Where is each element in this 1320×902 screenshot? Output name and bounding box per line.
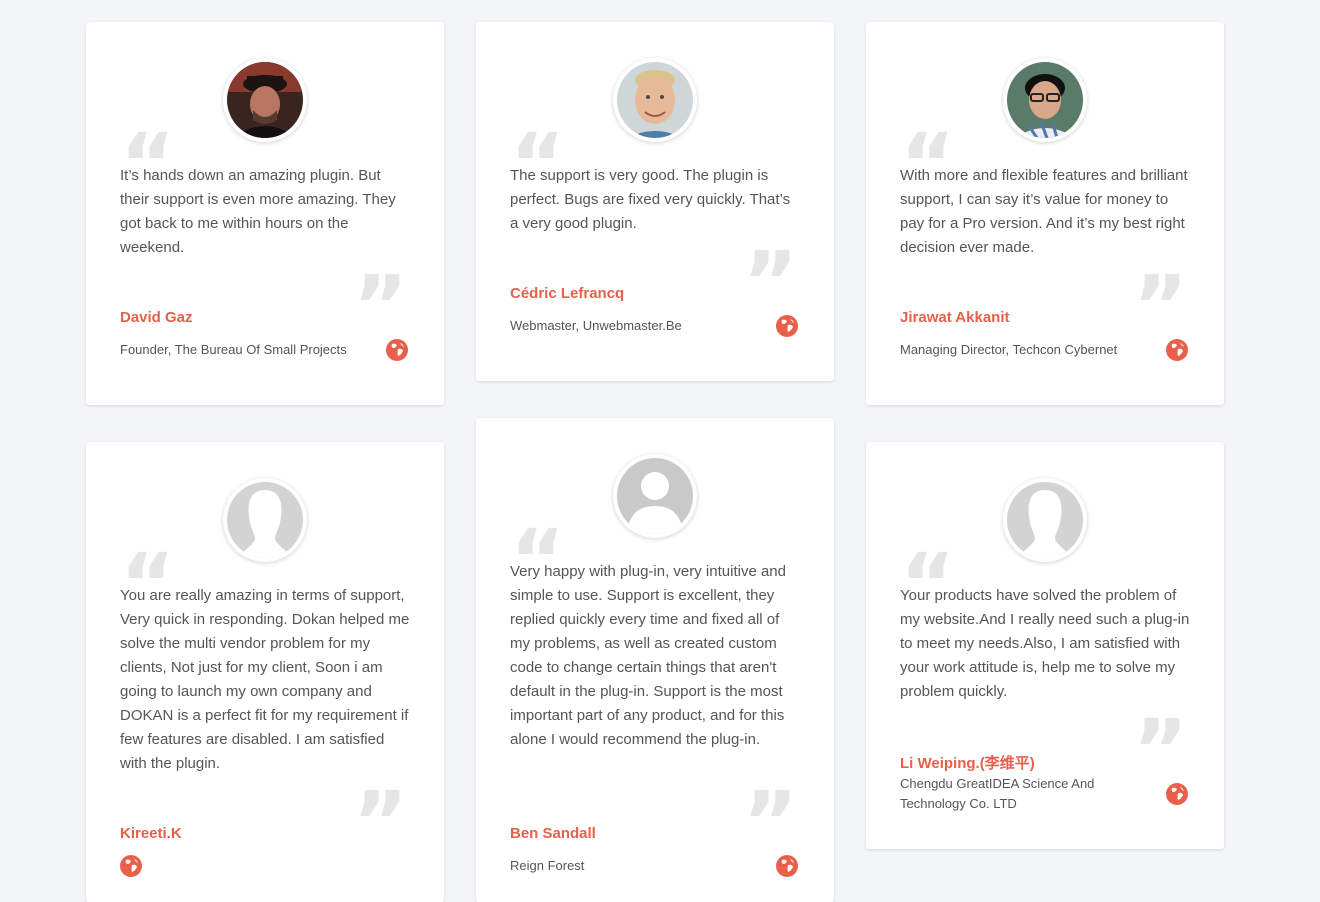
avatar xyxy=(613,58,697,142)
quote-close-icon: ” xyxy=(742,780,798,830)
testimonial-text: The support is very good. The plugin is … xyxy=(510,167,791,232)
author-name[interactable]: Li Weiping.(李维平) xyxy=(900,752,1035,773)
avatar xyxy=(1003,478,1087,562)
avatar xyxy=(223,58,307,142)
quote-close-icon: ” xyxy=(1132,708,1188,758)
globe-icon[interactable] xyxy=(776,315,798,337)
testimonial-card: “ It’s hands down an amazing plugin. But… xyxy=(86,22,444,405)
quote-close-icon: ” xyxy=(352,264,408,314)
testimonial-text: With more and flexible features and bril… xyxy=(900,167,1188,256)
testimonial-text: Your products have solved the problem of… xyxy=(900,587,1190,700)
testimonial-card: “ With more and flexible features and br… xyxy=(866,22,1224,405)
testimonial-text: Very happy with plug-in, very intuitive … xyxy=(510,563,786,748)
testimonial-card: “ Very happy with plug-in, very intuitiv… xyxy=(476,418,834,902)
avatar xyxy=(223,478,307,562)
author-name[interactable]: Ben Sandall xyxy=(510,825,596,842)
quote-close-icon: ” xyxy=(742,240,798,290)
avatar xyxy=(1003,58,1087,142)
quote-close-icon: ” xyxy=(352,780,408,830)
author-role: Founder, The Bureau Of Small Projects xyxy=(120,342,347,357)
globe-icon[interactable] xyxy=(120,855,142,877)
author-role: Managing Director, Techcon Cybernet xyxy=(900,342,1118,357)
avatar xyxy=(613,454,697,538)
globe-icon[interactable] xyxy=(776,855,798,877)
testimonial-text: You are really amazing in terms of suppo… xyxy=(120,587,410,772)
author-role: Reign Forest xyxy=(510,858,585,873)
globe-icon[interactable] xyxy=(1166,783,1188,805)
author-name[interactable]: Kireeti.K xyxy=(120,825,182,842)
quote-close-icon: ” xyxy=(1132,264,1188,314)
author-role: Chengdu GreatIDEA Science And Technology… xyxy=(900,776,1095,811)
globe-icon[interactable] xyxy=(386,339,408,361)
testimonial-text: It’s hands down an amazing plugin. But t… xyxy=(120,167,396,256)
testimonial-card: “ The support is very good. The plugin i… xyxy=(476,22,834,381)
globe-icon[interactable] xyxy=(1166,339,1188,361)
author-name[interactable]: Cédric Lefrancq xyxy=(510,285,624,302)
author-role: Webmaster, Unwebmaster.Be xyxy=(510,318,682,333)
author-name[interactable]: David Gaz xyxy=(120,309,193,326)
testimonial-card: “ Your products have solved the problem … xyxy=(866,442,1224,849)
testimonial-card: “ You are really amazing in terms of sup… xyxy=(86,442,444,902)
author-name[interactable]: Jirawat Akkanit xyxy=(900,309,1010,326)
